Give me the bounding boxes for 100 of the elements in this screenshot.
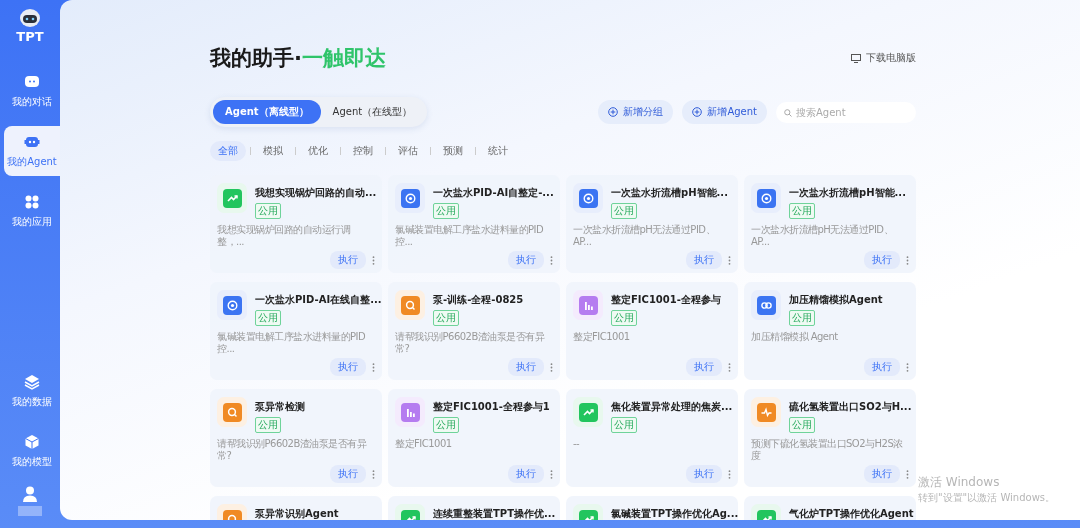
nav-label: 我的Agent: [7, 155, 57, 169]
agent-icon: [222, 188, 242, 208]
run-button[interactable]: 执行: [330, 358, 366, 376]
nav-item[interactable]: 我的Agent: [4, 126, 60, 176]
run-button[interactable]: 执行: [864, 465, 900, 483]
agent-description: 氯碱装置电解工序盐水进料量的PID控...: [395, 224, 545, 248]
agent-card[interactable]: 加压精馏模拟Agent 公用 加压精馏模拟 Agent 执行: [744, 282, 916, 380]
public-tag: 公用: [433, 203, 459, 219]
nav-item[interactable]: 我的应用: [4, 186, 60, 236]
nav-item[interactable]: 我的对话: [4, 66, 60, 116]
agent-description: 请帮我识别P6602B渣油泵是否有异常?: [395, 331, 546, 355]
run-button[interactable]: 执行: [864, 251, 900, 269]
cube-icon: [23, 433, 41, 451]
more-icon[interactable]: [906, 469, 909, 479]
agent-icon: [400, 188, 420, 208]
nav-label: 我的模型: [12, 455, 52, 469]
run-button[interactable]: 执行: [330, 465, 366, 483]
filter-chip[interactable]: 预测: [435, 141, 471, 161]
agent-icon: [756, 402, 776, 422]
agent-title: 连续重整装置TPT操作优...: [433, 507, 556, 520]
agent-title: 焦化装置异常处理的焦炭...: [611, 400, 733, 414]
run-button[interactable]: 执行: [330, 251, 366, 269]
agent-icon: [756, 295, 776, 315]
agent-title: 气化炉TPT操作优化Agent: [789, 507, 914, 520]
nav-label: 我的数据: [12, 395, 52, 409]
plus-icon: [692, 107, 703, 117]
search-icon: [784, 109, 792, 117]
nav-item[interactable]: 我的数据: [4, 366, 60, 416]
more-icon[interactable]: [906, 255, 909, 265]
filter-chip[interactable]: 评估: [390, 141, 426, 161]
agent-icon: [756, 188, 776, 208]
public-tag: 公用: [611, 203, 637, 219]
agent-card[interactable]: 气化炉TPT操作优化Agent: [744, 496, 916, 520]
agent-card[interactable]: 氯碱装置TPT操作优化Ag...: [566, 496, 738, 520]
add-button[interactable]: 新增Agent: [682, 100, 767, 124]
filter-chip[interactable]: 统计: [480, 141, 516, 161]
agent-title: 整定FIC1001-全程参与: [611, 293, 721, 307]
agent-card[interactable]: 泵异常检测 公用 请帮我识别P6602B渣油泵是否有异常? 执行: [210, 389, 382, 487]
agent-card[interactable]: 泵-训练-全程-0825 公用 请帮我识别P6602B渣油泵是否有异常? 执行: [388, 282, 560, 380]
download-link[interactable]: 下载电脑版: [851, 51, 916, 65]
activation-hint: 转到"设置"以激活 Windows。: [918, 491, 1056, 505]
agent-card[interactable]: 泵异常识别Agent: [210, 496, 382, 520]
run-button[interactable]: 执行: [508, 465, 544, 483]
monitor-icon: [851, 53, 861, 63]
more-icon[interactable]: [550, 469, 553, 479]
agent-title: 一次盐水PID-AI在线自整...: [255, 293, 382, 307]
tab[interactable]: Agent（在线型）: [320, 100, 425, 124]
more-icon[interactable]: [550, 362, 553, 372]
agent-card[interactable]: 整定FIC1001-全程参与1 公用 整定FIC1001 执行: [388, 389, 560, 487]
add-button[interactable]: 新增分组: [598, 100, 674, 124]
agent-title: 泵-训练-全程-0825: [433, 293, 524, 307]
agent-title: 泵异常识别Agent: [255, 507, 339, 520]
run-button[interactable]: 执行: [686, 358, 722, 376]
agent-card[interactable]: 焦化装置异常处理的焦炭... 公用 -- 执行: [566, 389, 738, 487]
public-tag: 公用: [433, 310, 459, 326]
more-icon[interactable]: [728, 362, 731, 372]
filter-chip[interactable]: 控制: [345, 141, 381, 161]
agent-card[interactable]: 一次盐水PID-AI在线自整... 公用 氯碱装置电解工序盐水进料量的PID控... 执行: [210, 282, 382, 380]
more-icon[interactable]: [372, 362, 375, 372]
run-button[interactable]: 执行: [508, 251, 544, 269]
nav-item[interactable]: 我的模型: [4, 426, 60, 476]
public-tag: 公用: [433, 417, 459, 433]
agent-card[interactable]: 一次盐水PID-AI自整定-... 公用 氯碱装置电解工序盐水进料量的PID控... 执行: [388, 175, 560, 273]
layers-icon: [23, 373, 41, 391]
run-button[interactable]: 执行: [686, 465, 722, 483]
tab[interactable]: Agent（离线型）: [213, 100, 321, 124]
activation-notice: 激活 Windows: [918, 474, 1001, 491]
more-icon[interactable]: [906, 362, 909, 372]
grid-icon: [23, 193, 41, 211]
user-avatar-icon[interactable]: [23, 486, 37, 502]
more-icon[interactable]: [372, 469, 375, 479]
more-icon[interactable]: [372, 255, 375, 265]
agent-title: 整定FIC1001-全程参与1: [433, 400, 550, 414]
agent-title: 硫化氢装置出口SO2与H...: [789, 400, 912, 414]
agent-description: 我想实现锅炉回路的自动运行调整，...: [217, 224, 351, 248]
more-icon[interactable]: [728, 469, 731, 479]
agent-title: 泵异常检测: [255, 400, 305, 414]
agent-icon: [222, 295, 242, 315]
search-field[interactable]: 搜索Agent: [776, 102, 916, 123]
agent-description: 加压精馏模拟 Agent: [751, 331, 839, 343]
agent-description: 整定FIC1001: [573, 331, 631, 343]
filter-chip[interactable]: 模拟: [255, 141, 291, 161]
public-tag: 公用: [789, 310, 815, 326]
run-button[interactable]: 执行: [686, 251, 722, 269]
more-icon[interactable]: [550, 255, 553, 265]
run-button[interactable]: 执行: [864, 358, 900, 376]
logo-text: TPT: [16, 29, 44, 44]
agent-description: 预测下硫化氢装置出口SO2与H2S浓度: [751, 438, 904, 462]
filter-chip[interactable]: 优化: [300, 141, 336, 161]
run-button[interactable]: 执行: [508, 358, 544, 376]
filter-chip[interactable]: 全部: [210, 141, 246, 161]
public-tag: 公用: [611, 310, 637, 326]
agent-card[interactable]: 连续重整装置TPT操作优...: [388, 496, 560, 520]
agent-card[interactable]: 硫化氢装置出口SO2与H... 公用 预测下硫化氢装置出口SO2与H2S浓度 执行: [744, 389, 916, 487]
agent-icon: [400, 402, 420, 422]
public-tag: 公用: [789, 203, 815, 219]
agent-description: --: [573, 438, 581, 450]
public-tag: 公用: [255, 310, 281, 326]
more-icon[interactable]: [728, 255, 731, 265]
agent-card[interactable]: 整定FIC1001-全程参与 公用 整定FIC1001 执行: [566, 282, 738, 380]
